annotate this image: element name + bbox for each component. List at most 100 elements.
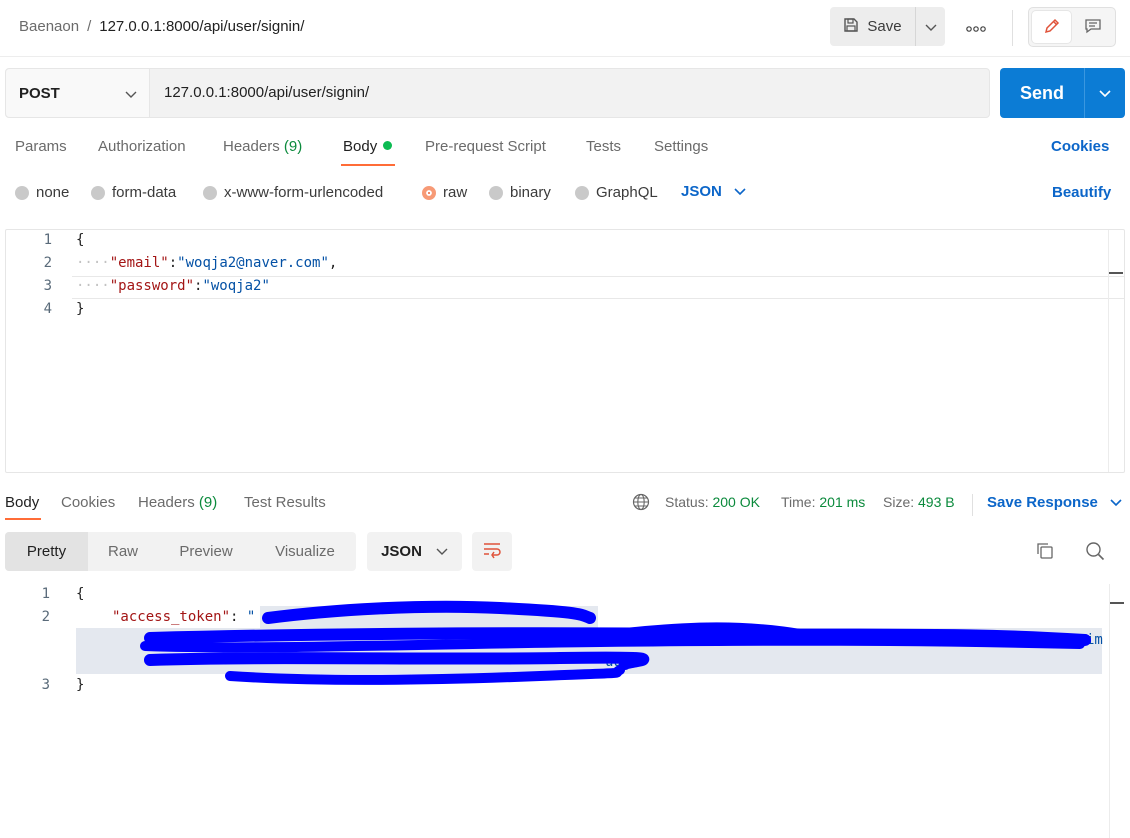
radio-graphql[interactable]: GraphQL [575,184,658,201]
tab-prerequest-script[interactable]: Pre-request Script [425,138,546,155]
resp-tab-body[interactable]: Body [5,494,39,511]
radio-none-label: none [36,184,70,201]
url-input[interactable]: 127.0.0.1:8000/api/user/signin/ [164,84,369,101]
radio-raw[interactable]: raw [422,184,467,201]
copy-response-button[interactable] [1033,540,1057,564]
tab-settings[interactable]: Settings [654,138,708,155]
comment-icon [1084,17,1102,38]
resp-tab-test-results[interactable]: Test Results [244,494,326,511]
radio-none[interactable]: none [15,184,69,201]
save-button[interactable]: Save [830,7,915,46]
method-select[interactable]: POST [6,69,150,117]
radio-urlencoded-label: x-www-form-urlencoded [224,184,384,201]
breadcrumb-separator: / [87,18,92,35]
size-value: 493 B [918,494,955,510]
response-body-viewer[interactable]: 1 { 2 "access_token": " im uuu" 3 } [0,584,1130,838]
body-modified-dot-icon [383,141,393,150]
code-text: ····"email":"woqja2@naver.com", [76,255,338,271]
request-body-editor[interactable]: 1 { 2 ····"email":"woqja2@naver.com", 3 … [5,229,1125,473]
send-button[interactable]: Send [1000,68,1084,118]
code-line: 1 { [6,232,1106,255]
view-preview-button[interactable]: Preview [158,532,254,571]
request-tabs: Params Authorization Headers (9) Body Pr… [0,132,1130,170]
radio-binary[interactable]: binary [489,184,551,201]
search-response-button[interactable] [1083,540,1107,564]
tab-headers-count: (9) [283,138,303,155]
tab-authorization[interactable]: Authorization [98,138,186,155]
cookies-link[interactable]: Cookies [1051,138,1109,155]
view-mode-toggle [1028,7,1116,47]
response-scrollbar[interactable] [1109,584,1125,838]
status-divider [972,494,973,516]
line-number: 4 [43,301,52,317]
code-text: } [76,301,85,317]
radio-off-icon [575,185,589,200]
workbench-header: Baenaon / 127.0.0.1:8000/api/user/signin… [0,0,1130,57]
beautify-link[interactable]: Beautify [1052,184,1111,201]
active-tab-indicator [341,164,395,166]
save-icon [843,17,859,37]
method-label: POST [19,84,60,102]
radio-on-icon [422,185,436,200]
line-number: 3 [43,278,52,294]
status-value: 200 OK [712,494,760,510]
raw-format-label: JSON [681,183,722,200]
time-value: 201 ms [819,494,866,510]
search-icon [1085,541,1105,564]
more-actions-button[interactable] [958,14,994,40]
resp-tab-headers[interactable]: Headers (9) [138,494,217,511]
globe-icon[interactable] [632,493,650,514]
radio-form-data[interactable]: form-data [91,184,176,201]
redaction-scribble [140,600,1091,685]
tab-params[interactable]: Params [15,138,67,155]
editor-scrollbar[interactable] [1108,230,1124,472]
view-pretty-button[interactable]: Pretty [5,532,88,571]
response-view-toggle: Pretty Raw Preview Visualize [5,532,356,571]
save-options-button[interactable] [915,7,945,46]
body-type-selector: none form-data x-www-form-urlencoded raw… [0,178,1130,208]
wrap-lines-icon [482,541,502,562]
edit-mode-button[interactable] [1032,11,1071,43]
wrap-lines-button[interactable] [472,532,512,571]
scrollbar-marker [1110,602,1124,604]
response-format-label: JSON [381,543,422,560]
raw-format-select[interactable]: JSON [681,183,746,200]
time-readout[interactable]: Time: 201 ms [781,494,865,510]
resp-tab-cookies[interactable]: Cookies [61,494,115,511]
radio-graphql-label: GraphQL [596,184,658,201]
breadcrumb-workspace[interactable]: Baenaon [19,18,79,35]
size-readout[interactable]: Size: 493 B [883,494,955,510]
response-tabs: Body Cookies Headers (9) Test Results St… [0,488,1130,522]
save-label: Save [867,18,902,35]
comments-mode-button[interactable] [1073,11,1112,43]
line-number: 2 [43,255,52,271]
header-divider [1012,10,1013,46]
chevron-down-icon [436,543,448,560]
response-format-select[interactable]: JSON [367,532,462,571]
request-bar: POST 127.0.0.1:8000/api/user/signin/ [5,68,990,118]
request-title[interactable]: 127.0.0.1:8000/api/user/signin/ [99,18,304,35]
radio-off-icon [91,185,105,200]
pencil-icon [1043,17,1061,38]
active-tab-indicator [5,518,41,520]
view-visualize-button[interactable]: Visualize [254,532,356,571]
view-raw-button[interactable]: Raw [88,532,158,571]
radio-raw-label: raw [443,184,468,201]
save-response-button[interactable]: Save Response [987,494,1122,511]
code-line: 3 ····"password":"woqja2" [6,278,1106,301]
radio-form-data-label: form-data [112,184,177,201]
tab-tests[interactable]: Tests [586,138,621,155]
resp-tab-headers-label: Headers [138,494,195,511]
radio-urlencoded[interactable]: x-www-form-urlencoded [203,184,383,201]
resp-tab-headers-count: (9) [198,494,218,511]
line-number: 1 [43,232,52,248]
tab-headers[interactable]: Headers (9) [223,138,302,155]
send-options-button[interactable] [1084,68,1125,118]
status-readout[interactable]: Status: 200 OK [665,494,760,510]
tab-body[interactable]: Body [343,138,393,155]
chevron-down-icon [925,19,937,35]
radio-off-icon [15,185,29,200]
ellipsis-icon [966,19,986,35]
radio-off-icon [489,185,503,200]
code-line: 4 } [6,301,1106,324]
